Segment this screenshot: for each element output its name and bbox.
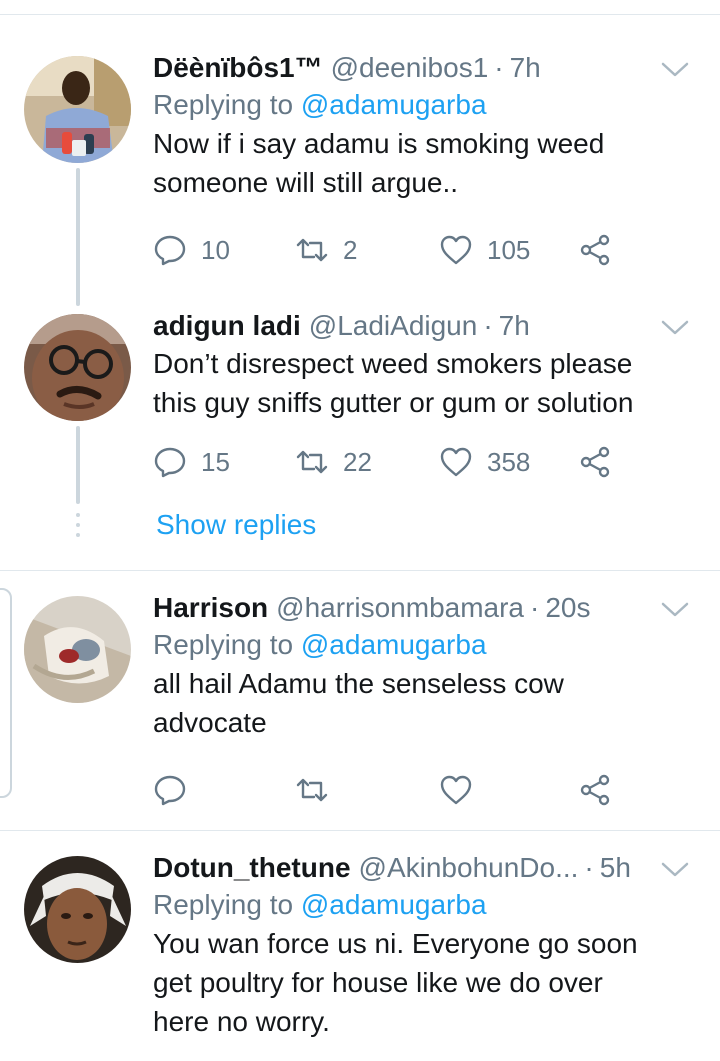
separator-dot: · [494,52,504,83]
tweet-text: all hail Adamu the senseless cow advocat… [153,664,706,742]
like-count: 105 [487,234,531,265]
avatar[interactable] [24,856,131,963]
tweet-actions: 15 22 358 [153,442,706,482]
share-button[interactable] [578,770,612,810]
display-name[interactable]: Harrison [153,590,268,626]
show-replies-link[interactable]: Show replies [156,506,316,544]
mention-link[interactable]: @adamugarba [301,89,487,120]
chevron-down-icon[interactable] [658,854,692,884]
chevron-down-icon[interactable] [658,312,692,342]
tweet-header: Harrison @harrisonmbamara · 20s [153,590,706,626]
tweet-text-line: advocate [153,707,267,738]
separator-dot: · [483,310,493,341]
tweet-text: Don’t disrespect weed smokers please thi… [153,344,706,422]
tweet-header: Dëènïbôs1™ @deenibos1 · 7h [153,50,706,86]
user-handle[interactable]: @LadiAdigun [309,308,478,344]
tweet-actions: 10 2 105 [153,230,706,270]
share-icon [580,774,610,806]
replying-prefix: Replying to [153,89,294,120]
tweet-header: adigun ladi @LadiAdigun · 7h [153,308,706,344]
separator-dot: · [530,592,540,623]
retweet-icon [296,778,328,802]
retweet-button[interactable]: 22 [295,442,372,482]
retweet-count: 22 [343,446,372,477]
reply-count: 10 [201,234,230,265]
share-button[interactable] [578,442,612,482]
timestamp[interactable]: 7h [499,308,530,344]
tweet-text-line: get poultry for house like we do over [153,967,603,998]
tweet-divider [0,830,720,831]
reply-icon [154,235,186,266]
tweet-header: Dotun_thetune @AkinbohunDo... · 5h [153,850,706,886]
share-icon [580,446,610,478]
retweet-button[interactable] [295,770,329,810]
like-button[interactable] [439,770,473,810]
reply-icon [154,775,186,806]
reply-count: 15 [201,446,230,477]
timestamp[interactable]: 5h [600,850,631,886]
tweet-text-line: Now if i say adamu is smoking weed [153,128,605,159]
heart-icon [440,447,472,477]
tweet-text-line: someone will still argue.. [153,167,459,198]
timestamp[interactable]: 20s [545,590,590,626]
tweet-text-line: Don’t disrespect weed smokers please [153,348,633,379]
display-name[interactable]: Dëènïbôs1™ [153,50,323,86]
retweet-button[interactable]: 2 [295,230,357,270]
tweet-divider [0,570,720,571]
heart-icon [440,775,472,805]
mention-link[interactable]: @adamugarba [301,889,487,920]
like-count: 358 [487,446,531,477]
thread-line [76,168,80,306]
replying-to: Replying to @adamugarba [153,86,706,124]
retweet-icon [296,238,328,262]
replying-to: Replying to @adamugarba [153,886,706,924]
separator-dot: · [584,852,594,883]
thread-ellipsis [76,513,80,543]
reply-button[interactable]: 15 [153,442,230,482]
mention-link[interactable]: @adamugarba [301,629,487,660]
tweet-text-line: this guy sniffs gutter or gum or solutio… [153,387,634,418]
share-button[interactable] [578,230,612,270]
user-handle[interactable]: @deenibos1 [331,50,489,86]
display-name[interactable]: adigun ladi [153,308,301,344]
timestamp[interactable]: 7h [510,50,541,86]
like-button[interactable]: 358 [439,442,530,482]
heart-icon [440,235,472,265]
avatar[interactable] [24,596,131,703]
tweet-text-line: all hail Adamu the senseless cow [153,668,564,699]
chevron-down-icon[interactable] [658,594,692,624]
thread-line [76,426,80,504]
user-handle[interactable]: @harrisonmbamara [276,590,524,626]
avatar[interactable] [24,56,131,163]
tweet-text: You wan force us ni. Everyone go soon ge… [153,924,706,1041]
tweet-text-line: here no worry. [153,1006,330,1037]
reply-button[interactable]: 10 [153,230,230,270]
reply-button[interactable] [153,770,187,810]
thread-bracket [0,588,12,798]
like-button[interactable]: 105 [439,230,530,270]
tweet-text: Now if i say adamu is smoking weed someo… [153,124,706,202]
chevron-down-icon[interactable] [658,54,692,84]
tweet-actions [153,770,706,810]
avatar[interactable] [24,314,131,421]
display-name[interactable]: Dotun_thetune [153,850,351,886]
replying-prefix: Replying to [153,629,294,660]
replying-to: Replying to @adamugarba [153,626,706,664]
replying-prefix: Replying to [153,889,294,920]
tweet-text-line: You wan force us ni. Everyone go soon [153,928,638,959]
retweet-count: 2 [343,234,358,265]
top-divider [0,14,720,15]
user-handle[interactable]: @AkinbohunDo... [359,850,579,886]
share-icon [580,234,610,266]
reply-icon [154,447,186,478]
retweet-icon [296,450,328,474]
